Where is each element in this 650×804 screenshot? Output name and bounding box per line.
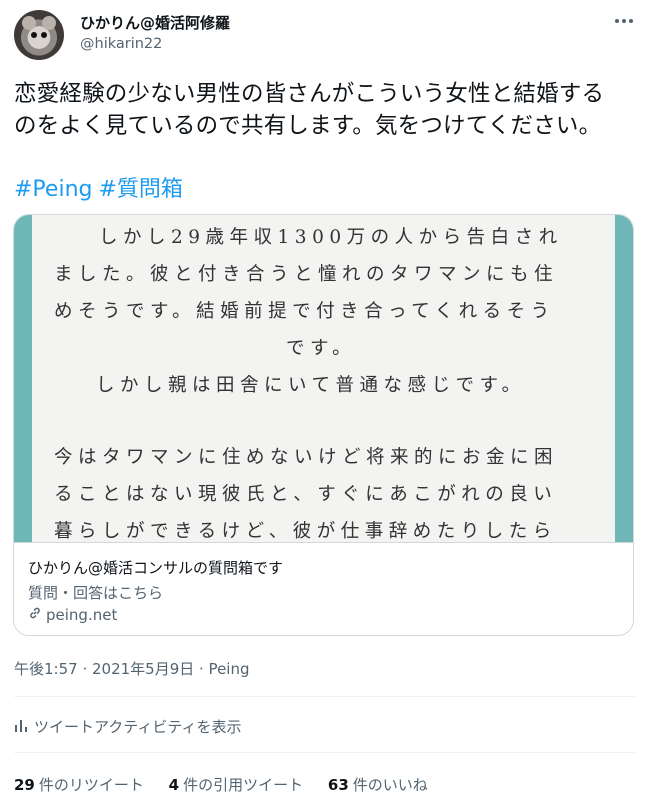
link-icon: [28, 606, 42, 624]
card-link-text: peing.net: [46, 606, 118, 624]
card-image[interactable]: しかし29歳年収1300万の人から告白され ました。彼と付き合うと憧れのタワマン…: [14, 215, 633, 542]
card-image-border-left: [14, 215, 32, 542]
tweet-header: ひかりん@婚活阿修羅 @hikarin22: [14, 8, 636, 64]
card-question-line: 今はタワマンに住めないけど将来的にお金に困: [54, 447, 559, 468]
like-label: 件のいいね: [352, 776, 428, 794]
like-count-link[interactable]: 63 件のいいね: [328, 776, 428, 794]
link-card[interactable]: しかし29歳年収1300万の人から告白され ました。彼と付き合うと憧れのタワマン…: [13, 214, 634, 636]
avatar-ear: [42, 16, 56, 30]
tweet-timestamp[interactable]: 午後1:57 · 2021年5月9日 · Peing: [14, 658, 250, 679]
card-question-line: しかし29歳年収1300万の人から告白され: [99, 227, 563, 248]
card-question-line: しかし親は田舎にいて普通な感じです。: [96, 375, 526, 396]
card-question-line: ることはない現彼氏と、すぐにあこがれの良い: [54, 484, 558, 505]
like-count: 63: [327, 776, 349, 794]
tweet-text: 恋愛経験の少ない男性の皆さんがこういう女性と結婚する のをよく見ているので共有し…: [14, 78, 634, 142]
retweet-count-link[interactable]: 29 件のリツイート: [14, 776, 144, 794]
retweet-count: 29: [14, 776, 35, 794]
card-link[interactable]: peing.net: [28, 606, 117, 624]
quote-label: 件の引用ツイート: [183, 776, 304, 794]
card-title: ひかりん@婚活コンサルの質問箱です: [28, 559, 284, 577]
hashtags: #Peing #質問箱: [14, 171, 189, 203]
tweet-activity-label: ツイートアクティビティを表示: [34, 718, 242, 736]
card-question-line: 暮らしができるけど、彼が仕事辞めたりしたら: [54, 521, 557, 542]
tweet-stats: 29 件のリツイート 4 件の引用ツイート 63 件のいいね: [14, 774, 448, 795]
quote-count: 4: [168, 776, 180, 794]
card-description: 質問・回答はこちら: [28, 584, 164, 602]
card-info[interactable]: ひかりん@婚活コンサルの質問箱です 質問・回答はこちら peing.net: [14, 542, 633, 635]
avatar-eye: [41, 32, 47, 38]
tweet-text-line: 恋愛経験の少ない男性の皆さんがこういう女性と結婚する: [14, 81, 605, 107]
hashtag-link[interactable]: #Peing: [14, 177, 92, 202]
card-image-border-right: [615, 215, 633, 542]
link-icon-svg: [30, 607, 40, 619]
user-handle[interactable]: @hikarin22: [80, 36, 162, 52]
divider: [14, 696, 636, 697]
bar-chart-icon-svg: [15, 720, 27, 732]
tweet-text-line: のをよく見ているので共有します。気をつけてください。: [14, 113, 602, 139]
avatar-eye: [31, 32, 37, 38]
card-question-line: ました。彼と付き合うと憧れのタワマンにも住: [54, 264, 559, 285]
tweet-activity-link[interactable]: ツイートアクティビティを表示: [14, 716, 241, 737]
quote-count-link[interactable]: 4 件の引用ツイート: [169, 776, 303, 794]
more-icon[interactable]: [612, 10, 636, 34]
retweet-label: 件のリツイート: [38, 776, 144, 794]
avatar-ear: [22, 16, 36, 30]
card-question-line: めそうです。結婚前提で付き合ってくれるそう: [54, 301, 555, 322]
bar-chart-icon: [14, 719, 28, 737]
divider: [14, 752, 636, 753]
avatar[interactable]: [14, 10, 64, 60]
hashtag-link[interactable]: #質問箱: [98, 177, 182, 202]
display-name[interactable]: ひかりん@婚活阿修羅: [80, 12, 230, 33]
more-icon-svg: [615, 19, 633, 23]
card-question-line: です。: [286, 338, 357, 359]
